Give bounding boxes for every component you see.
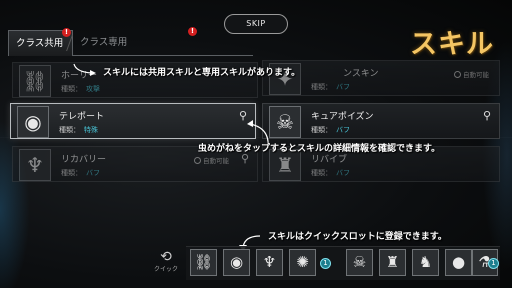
- skill-type: 種類： バフ: [61, 168, 100, 178]
- skill-type: 種類： 攻撃: [61, 84, 100, 94]
- slot-count-badge: 1: [320, 258, 331, 269]
- tab-class-shared[interactable]: クラス共用 !: [8, 28, 73, 56]
- radiant-orb-icon: ✺: [296, 253, 309, 271]
- skill-type-label: 種類：: [311, 169, 332, 177]
- skill-card-teleport[interactable]: ◉ テレポート 種類： 特殊 ⚲: [10, 103, 256, 139]
- skill-type: 種類： バフ: [311, 168, 350, 178]
- bomb-icon: ●: [451, 253, 466, 271]
- skill-name: キュアポイズン: [311, 112, 374, 122]
- skill-screen: クラス共用 ! クラス専用 ! SKIP スキル ⛓ ホーリー 種類： 攻撃 ◉ …: [0, 0, 512, 288]
- caption-shared-skills: スキルには共用スキルと専用スキルがあります。: [103, 68, 301, 78]
- teleport-eye-icon: ◉: [17, 106, 49, 138]
- quick-slot-3[interactable]: ♆: [256, 249, 283, 276]
- teleport-eye-icon: ◉: [229, 253, 244, 271]
- cure-poison-icon: ☠: [352, 253, 367, 271]
- cycle-arrows-icon: ⟲: [160, 249, 172, 265]
- skill-card-cure-poison[interactable]: ☠ キュアポイズン 種類： バフ ⚲: [262, 103, 500, 139]
- tab-label: クラス専用: [80, 37, 128, 48]
- caption-quick-slot: スキルはクイックスロットに登録できます。: [268, 232, 447, 242]
- tab-alert-icon: !: [188, 27, 197, 36]
- skill-type-label: 種類：: [61, 169, 82, 177]
- recovery-figure-icon: ♆: [19, 149, 51, 181]
- quick-slot-4[interactable]: ✺: [289, 249, 316, 276]
- skill-type-value: バフ: [336, 169, 350, 177]
- skill-type-value: バフ: [336, 83, 350, 91]
- skill-type-label: 種類：: [59, 126, 80, 134]
- tab-class-exclusive[interactable]: クラス専用 !: [66, 27, 253, 56]
- skill-type-value: バフ: [86, 169, 100, 177]
- caption-arrow-1: [73, 63, 96, 76]
- skill-type: 種類： バフ: [311, 125, 350, 135]
- skill-type-label: 種類：: [61, 85, 82, 93]
- chain-ring-icon: ⛓: [19, 65, 51, 97]
- magnifier-icon[interactable]: ⚲: [483, 109, 491, 122]
- quick-slot-2[interactable]: ◉: [223, 249, 250, 276]
- skill-type-value: バフ: [336, 126, 350, 134]
- tab-label: クラス共用: [16, 38, 64, 49]
- quick-slot-toggle[interactable]: ⟲ クイック: [150, 250, 182, 273]
- recovery-figure-icon: ♆: [262, 253, 277, 271]
- auto-possible-badge: 自動可能: [194, 155, 229, 165]
- tab-alert-icon: !: [62, 28, 71, 37]
- quick-slot-label: クイック: [153, 266, 178, 273]
- auto-possible-badge: 自動可能: [454, 69, 489, 79]
- skill-type-value: 攻撃: [86, 85, 100, 93]
- skill-name: テレポート: [59, 112, 105, 122]
- quick-slot-1[interactable]: ⛓: [190, 249, 217, 276]
- skip-button[interactable]: SKIP: [224, 14, 288, 34]
- chain-ring-icon: ⛓: [193, 253, 214, 271]
- quick-slot-6[interactable]: ♜: [379, 249, 406, 276]
- quick-slot-7[interactable]: ♞: [412, 249, 439, 276]
- quick-slot-5[interactable]: ☠: [346, 249, 373, 276]
- quick-slot-8[interactable]: ●: [445, 249, 472, 276]
- revive-helm-icon: ♜: [385, 253, 400, 271]
- auto-cycle-icon: [454, 71, 461, 78]
- skill-type-label: 種類：: [311, 126, 332, 134]
- skill-tabs: クラス共用 ! クラス専用 !: [8, 27, 253, 56]
- page-title: スキル: [410, 29, 494, 60]
- skill-name: リカバリー: [61, 155, 107, 165]
- skill-type: 種類： 特殊: [59, 125, 98, 135]
- caption-tap-magnifier: 虫めがねをタップするとスキルの詳細情報を確認できます。: [198, 144, 441, 154]
- horned-helm-icon: ♞: [418, 253, 433, 271]
- skill-type-value: 特殊: [84, 126, 98, 134]
- skill-name: ンスキン: [343, 69, 379, 79]
- skill-type: 種類： バフ: [311, 82, 350, 92]
- auto-cycle-icon: [194, 157, 201, 164]
- slot-count-badge: 1: [488, 258, 499, 269]
- skill-type-label: 種類：: [311, 83, 332, 91]
